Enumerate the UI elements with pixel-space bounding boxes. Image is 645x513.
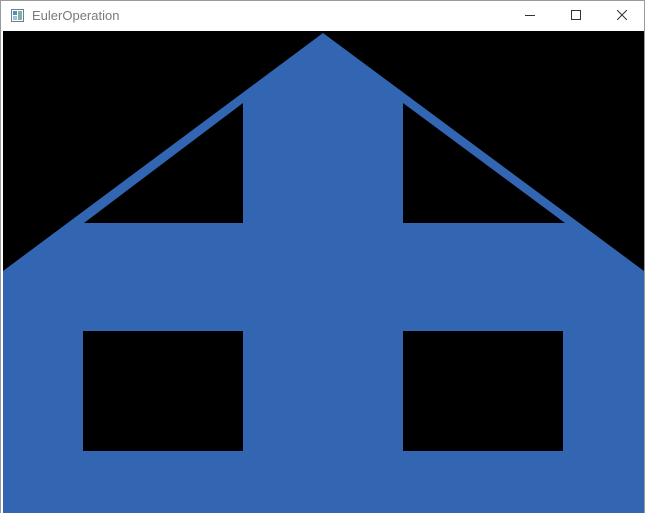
close-icon bbox=[616, 7, 628, 25]
window-title: EulerOperation bbox=[32, 8, 120, 23]
opengl-canvas[interactable] bbox=[3, 31, 644, 513]
title-bar[interactable]: EulerOperation bbox=[1, 1, 644, 31]
app-window-icon bbox=[11, 9, 24, 22]
minimize-icon bbox=[525, 7, 535, 25]
maximize-button[interactable] bbox=[553, 1, 599, 31]
minimize-button[interactable] bbox=[507, 1, 553, 31]
maximize-icon bbox=[571, 7, 581, 25]
application-window: EulerOperation bbox=[0, 0, 645, 513]
close-button[interactable] bbox=[599, 1, 644, 31]
